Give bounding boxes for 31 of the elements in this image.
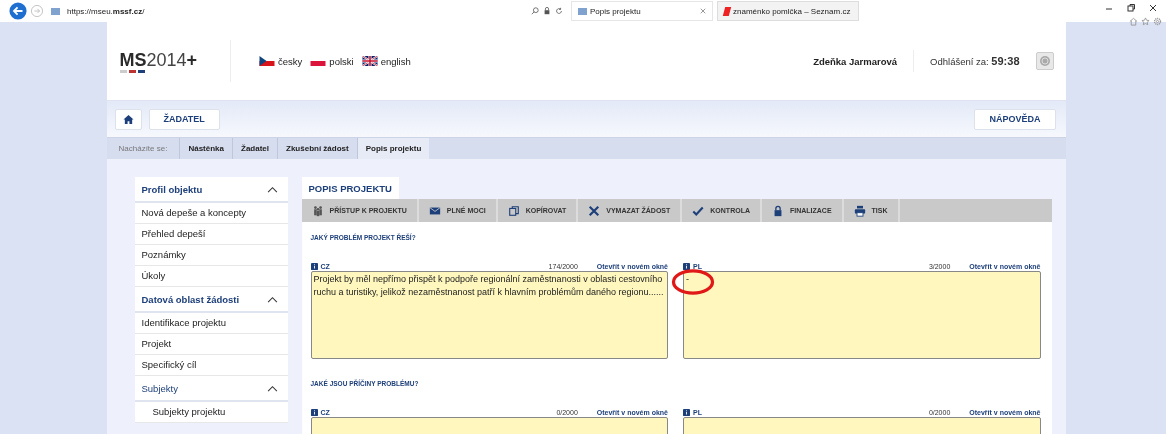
sidebar-item[interactable]: Identifikace projektu [134, 313, 288, 334]
sidebar-item[interactable]: Přehled depeší [134, 224, 288, 245]
role-button[interactable]: ŽADATEL [148, 108, 220, 130]
logout-timer: Odhlášení za: 59:38 [930, 55, 1020, 67]
language-link[interactable]: česky [259, 55, 303, 67]
language-link[interactable]: polski [310, 55, 354, 67]
breadcrumb-link[interactable]: Popis projektu [356, 138, 430, 159]
url-text: https://mseu.mssf.cz/ [67, 6, 145, 16]
user-name[interactable]: Zdeňka Jarmarová [813, 55, 898, 67]
sidebar-item[interactable]: Subjekty projektu [134, 402, 288, 423]
text-area[interactable]: Projekt by měl nepřímo přispět k podpoře regionální zaměstnanosti v oblasti cestovního ruchu a turistiky, jelikož nezaměstnanost patří k hlavním problémům daného regionu...... [310, 271, 668, 359]
language-link[interactable]: english [361, 55, 411, 67]
breadcrumb-label: Nacházíte se: [117, 144, 169, 153]
sidebar-item[interactable]: Specifický cíl [134, 355, 288, 376]
sidebar-item[interactable]: Projekt [134, 334, 288, 355]
section-tab[interactable]: POPIS PROJEKTU [301, 177, 399, 199]
breadcrumb-link[interactable]: Zkušební žádost [277, 138, 357, 159]
text-area[interactable]: - [683, 271, 1041, 359]
sidebar-item[interactable]: Nová depeše a koncepty [134, 203, 288, 224]
logo[interactable]: MS2014+ [116, 47, 201, 75]
browser-tab[interactable]: znaménko pomlčka – Seznam.cz [717, 1, 859, 21]
sidebar-section[interactable]: Datová oblast žádosti [134, 287, 288, 313]
sidebar-group[interactable]: Subjekty [134, 376, 288, 402]
sidebar-section[interactable]: Profil objektu [134, 177, 288, 203]
breadcrumb-link[interactable]: Nástěnka [179, 138, 232, 159]
address-bar[interactable]: https://mseu.mssf.cz/ [47, 3, 567, 19]
browser-tab[interactable]: Popis projektu [571, 1, 713, 21]
breadcrumb-link[interactable]: Žadatel [232, 138, 277, 159]
sidebar-item[interactable]: Poznámky [134, 245, 288, 266]
help-button[interactable]: NÁPOVĚDA [974, 108, 1056, 130]
sidebar-item[interactable]: Úkoly [134, 266, 288, 287]
